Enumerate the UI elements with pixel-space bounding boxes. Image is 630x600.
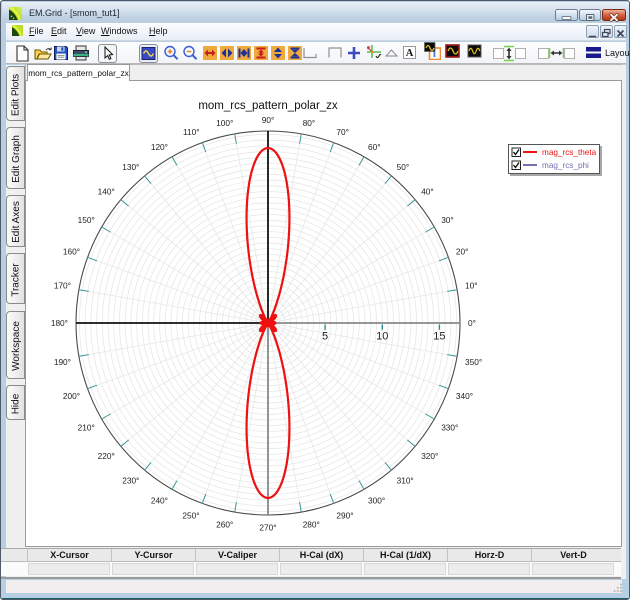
svg-text:170°: 170° [54,280,71,290]
svg-text:110°: 110° [183,127,200,137]
svg-text:130°: 130° [122,162,139,172]
svg-text:270°: 270° [259,523,276,533]
svg-text:60°: 60° [368,142,381,152]
svg-text:180°: 180° [51,318,68,328]
svg-text:350°: 350° [465,357,482,367]
svg-text:340°: 340° [456,391,473,401]
svg-text:70°: 70° [336,127,349,137]
svg-text:80°: 80° [303,118,316,128]
svg-text:10: 10 [376,331,388,343]
svg-text:40°: 40° [421,186,434,196]
svg-text:250°: 250° [182,510,199,520]
svg-text:320°: 320° [421,451,438,461]
svg-text:190°: 190° [54,357,71,367]
svg-text:mag_rcs_phi: mag_rcs_phi [542,161,589,170]
svg-text:mom_rcs_pattern_polar_zx: mom_rcs_pattern_polar_zx [198,100,338,112]
svg-text:10°: 10° [465,280,478,290]
svg-text:30°: 30° [441,215,454,225]
svg-text:160°: 160° [63,247,80,257]
svg-text:0°: 0° [468,318,476,328]
svg-text:5: 5 [322,331,328,343]
svg-text:230°: 230° [122,476,139,486]
svg-text:260°: 260° [216,520,233,530]
svg-text:mag_rcs_theta: mag_rcs_theta [542,148,597,157]
svg-text:100°: 100° [216,118,233,128]
svg-text:220°: 220° [98,451,115,461]
svg-text:20°: 20° [456,247,469,257]
svg-text:90°: 90° [262,115,275,125]
svg-text:50°: 50° [397,162,410,172]
svg-text:280°: 280° [303,520,320,530]
svg-text:240°: 240° [151,496,168,506]
svg-text:290°: 290° [336,510,353,520]
svg-text:300°: 300° [368,496,385,506]
svg-text:200°: 200° [63,391,80,401]
svg-text:330°: 330° [441,423,458,433]
svg-text:140°: 140° [98,186,115,196]
svg-text:150°: 150° [78,215,95,225]
svg-text:210°: 210° [78,423,95,433]
svg-text:310°: 310° [397,476,414,486]
svg-text:15: 15 [433,331,445,343]
svg-text:120°: 120° [151,142,168,152]
